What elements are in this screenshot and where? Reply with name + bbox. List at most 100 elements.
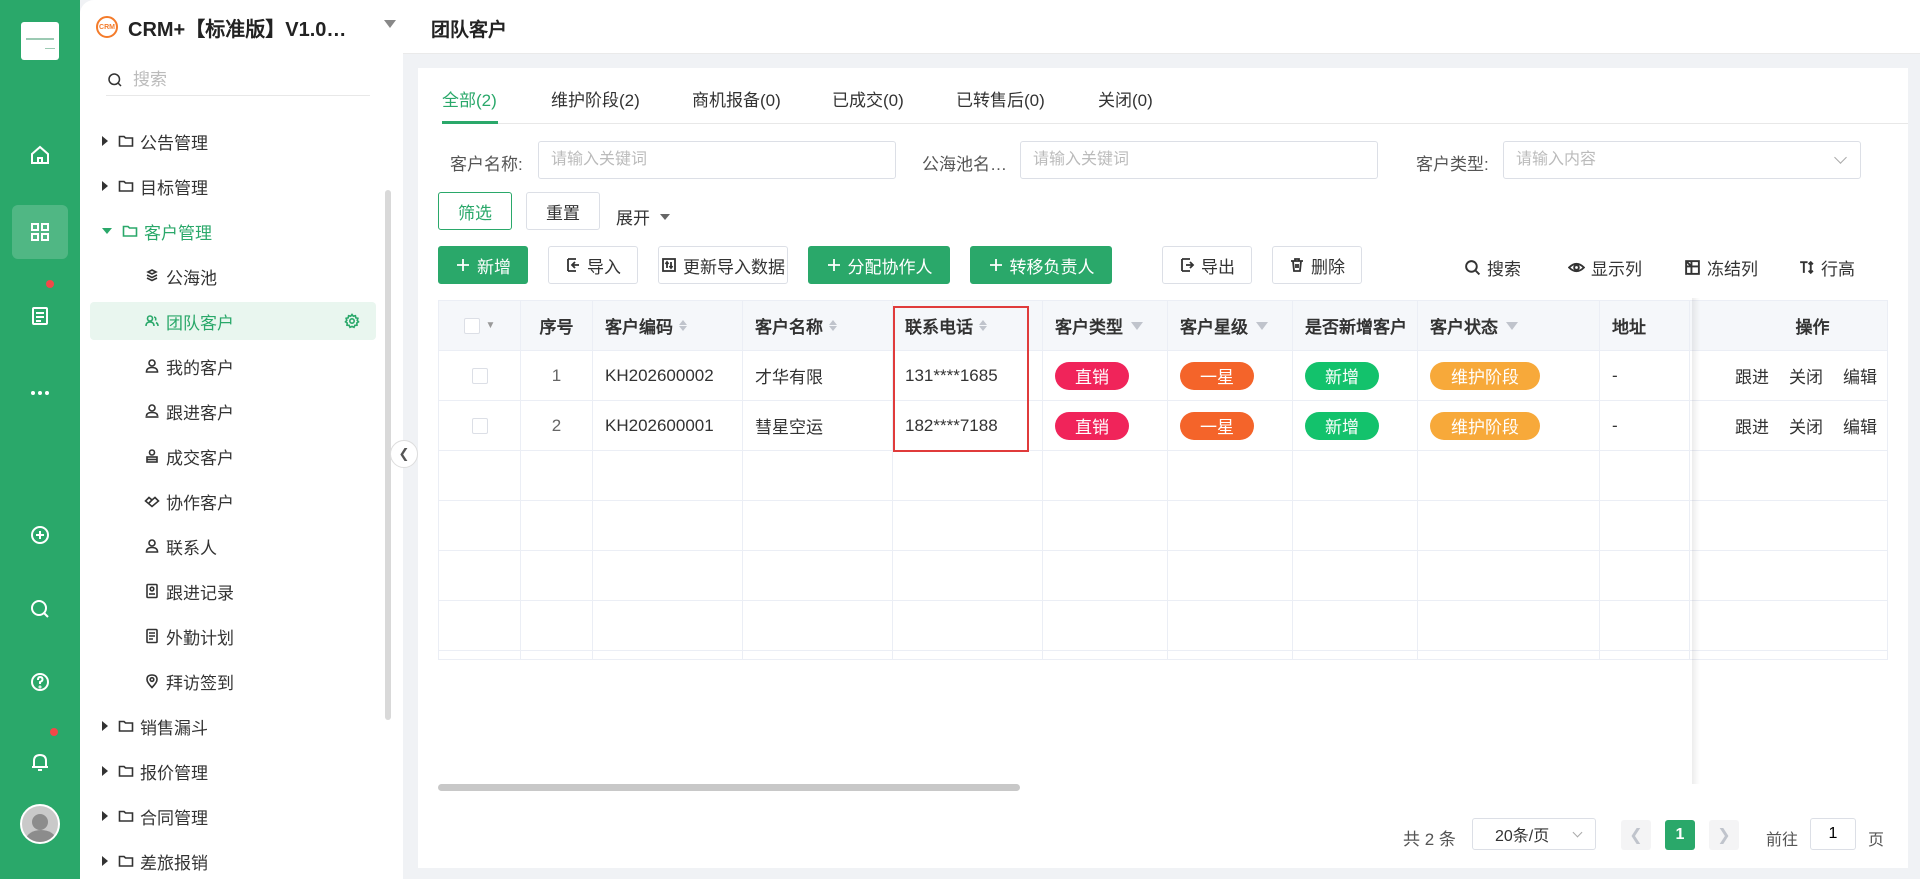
edit-link[interactable]: 编辑 [1843,363,1877,388]
menu-item-contracts[interactable]: 合同管理 [90,797,376,835]
menu-item-quotes[interactable]: 报价管理 [90,752,376,790]
customer-name-input[interactable] [538,141,896,179]
menu-item-followup-records[interactable]: 跟进记录 [90,572,376,610]
close-link[interactable]: 关闭 [1789,413,1823,438]
menu-item-travel-expenses[interactable]: 差旅报销 [90,842,376,879]
folder-icon [118,180,134,192]
menu-item-public-pool[interactable]: 公海池 [90,257,376,295]
menu-item-field-plan[interactable]: 外勤计划 [90,617,376,655]
transfer-owner-button[interactable]: 转移负责人 [970,246,1112,284]
row-checkbox[interactable] [471,417,488,434]
select-all-checkbox[interactable] [463,317,480,334]
reset-button[interactable]: 重置 [526,192,600,230]
document-icon[interactable] [12,289,68,343]
caret-down-icon [660,213,670,220]
collapse-sidebar-button[interactable]: ❮ [390,440,418,468]
app-switcher[interactable]: CRM CRM+【标准版】V1.0… [96,12,396,42]
import-button[interactable]: 导入 [548,246,638,284]
col-header-type[interactable]: 客户类型 [1043,301,1168,351]
filter-icon[interactable] [1506,321,1518,330]
customer-type-select[interactable] [1503,141,1861,179]
menu-item-collaborative-customers[interactable]: 协作客户 [90,482,376,520]
phone-column-highlight [893,306,1029,452]
export-button[interactable]: 导出 [1162,246,1252,284]
goto-page-input[interactable] [1810,818,1856,850]
menu-item-sales-funnel[interactable]: 销售漏斗 [90,707,376,745]
row-checkbox[interactable] [471,367,488,384]
type-badge: 直销 [1055,411,1129,440]
home-icon[interactable] [12,128,68,182]
filter-button[interactable]: 筛选 [438,192,512,230]
table-horizontal-scrollbar[interactable] [438,784,1020,791]
empty-cell [743,551,893,601]
apps-grid-icon[interactable] [12,205,68,259]
menu-item-closed-deal-customers[interactable]: 成交客户 [90,437,376,475]
chevron-down-icon[interactable] [384,20,396,28]
row-checkbox-cell[interactable] [439,401,521,451]
empty-cell [1043,551,1168,601]
chevron-down-icon[interactable]: ▼ [486,320,496,331]
menu-item-targets[interactable]: 目标管理 [90,167,376,205]
row-name[interactable]: 才华有限 [743,351,893,401]
sort-icon[interactable] [679,320,687,331]
expand-filters-toggle[interactable]: 展开 [616,204,670,229]
page-size-select[interactable]: 20条/页 [1472,818,1596,850]
empty-cell [439,551,521,601]
prev-page-button[interactable]: ❮ [1621,820,1651,850]
col-header-name[interactable]: 客户名称 [743,301,893,351]
menu-item-team-customers[interactable]: 团队客户 [90,302,376,340]
menu-item-customers[interactable]: 客户管理 [90,212,376,250]
add-button[interactable]: 新增 [438,246,528,284]
plus-icon [827,259,840,271]
col-header-status[interactable]: 客户状态 [1418,301,1600,351]
search-tool[interactable]: 搜索 [1464,255,1521,280]
row-height-tool[interactable]: 行高 [1798,255,1855,280]
more-icon[interactable] [12,366,68,420]
menu-item-contacts[interactable]: 联系人 [90,527,376,565]
goto-label: 前往 [1766,832,1799,849]
help-icon[interactable] [12,655,68,709]
tab-closed-deal[interactable]: 已成交(0) [832,86,904,111]
update-import-button[interactable]: 更新导入数据 [658,246,788,284]
filter-icon[interactable] [1131,321,1143,330]
menu-search-input[interactable] [133,69,353,90]
export-icon [1181,258,1195,272]
tab-maintenance[interactable]: 维护阶段(2) [551,86,640,111]
row-name[interactable]: 彗星空运 [743,401,893,451]
edit-link[interactable]: 编辑 [1843,413,1877,438]
follow-up-link[interactable]: 跟进 [1735,413,1769,438]
row-code: KH202600001 [593,401,743,451]
assign-collaborator-button[interactable]: 分配协作人 [808,246,950,284]
menu-item-my-customers[interactable]: 我的客户 [90,347,376,385]
columns-tool[interactable]: 显示列 [1568,255,1642,280]
tab-all[interactable]: 全部(2) [442,86,497,111]
menu-item-visit-checkin[interactable]: 拜访签到 [90,662,376,700]
user-avatar[interactable] [20,804,60,844]
col-header-label: 客户状态 [1430,318,1498,337]
filter-icon[interactable] [1256,321,1268,330]
add-circle-icon[interactable] [12,508,68,562]
freeze-columns-tool[interactable]: 冻结列 [1684,255,1758,280]
menu-item-label: 外勤计划 [166,628,234,648]
pool-name-input[interactable] [1020,141,1378,179]
tab-closed[interactable]: 关闭(0) [1098,86,1153,111]
next-page-button[interactable]: ❯ [1709,820,1739,850]
follow-up-link[interactable]: 跟进 [1735,363,1769,388]
eye-icon [1568,262,1585,273]
delete-button[interactable]: 删除 [1272,246,1362,284]
bell-icon[interactable] [12,735,68,789]
sort-icon[interactable] [829,320,837,331]
gear-icon[interactable] [344,313,360,329]
col-header-code[interactable]: 客户编码 [593,301,743,351]
menu-item-followup-customers[interactable]: 跟进客户 [90,392,376,430]
tab-opportunity[interactable]: 商机报备(0) [692,86,781,111]
row-checkbox-cell[interactable] [439,351,521,401]
page-number-current[interactable]: 1 [1665,820,1695,850]
close-link[interactable]: 关闭 [1789,363,1823,388]
tab-after-sales[interactable]: 已转售后(0) [956,86,1045,111]
assign-collaborator-label: 分配协作人 [847,257,933,277]
search-icon[interactable] [12,582,68,636]
menu-item-announcements[interactable]: 公告管理 [90,122,376,160]
select-all-header[interactable]: ▼ [439,301,521,351]
col-header-star[interactable]: 客户星级 [1168,301,1293,351]
